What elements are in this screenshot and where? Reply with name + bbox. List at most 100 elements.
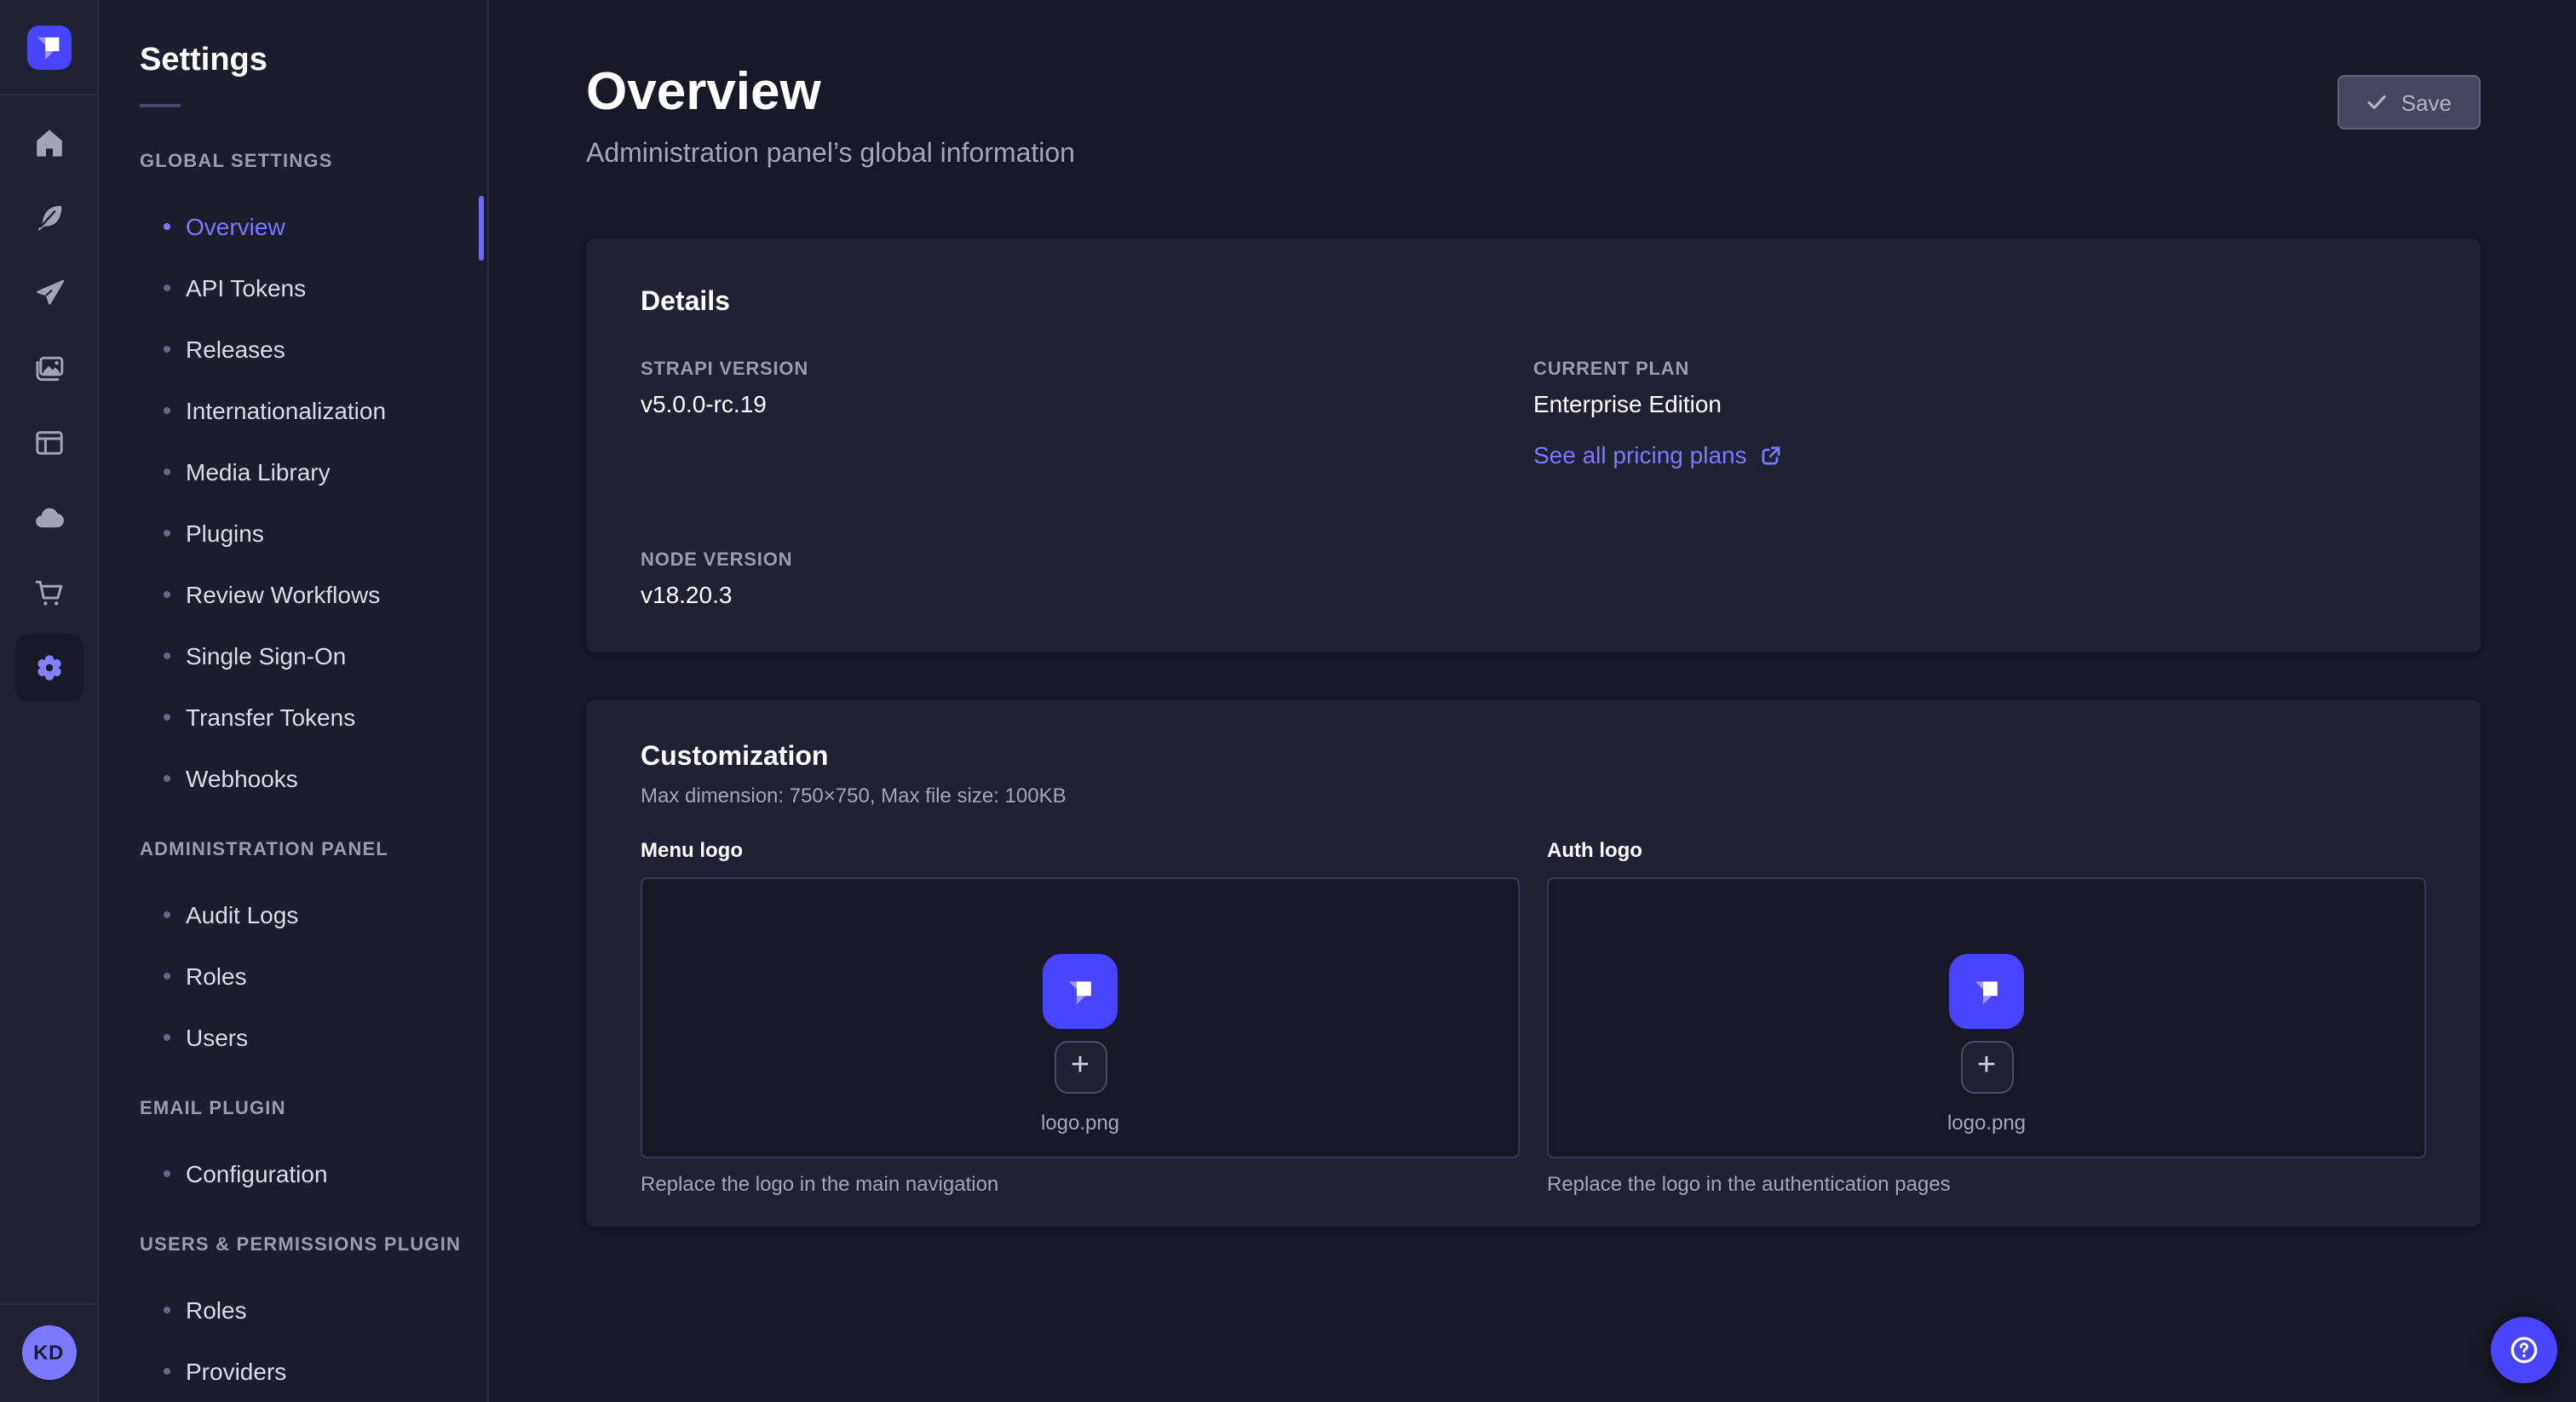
customization-title: Customization (641, 741, 2426, 773)
external-link-icon (1761, 444, 1783, 466)
subnav-title: Settings (140, 0, 487, 80)
subnav-title-divider (140, 104, 181, 107)
bullet-icon (164, 407, 170, 414)
subnav-item-label: Audit Logs (186, 901, 298, 928)
auth-logo-hint: Replace the logo in the authentication p… (1547, 1172, 2426, 1196)
section-administration-panel: ADMINISTRATION PANEL (140, 833, 487, 867)
layout-icon (32, 426, 66, 460)
subnav-item-plugins[interactable]: Plugins (140, 503, 487, 564)
bullet-icon (164, 1034, 170, 1041)
nav-media-library[interactable] (14, 334, 83, 402)
subnav-item-admin-roles[interactable]: Roles (140, 945, 487, 1007)
strapi-version-label: STRAPI VERSION (641, 359, 1533, 380)
current-plan-label: CURRENT PLAN (1533, 359, 2426, 380)
bullet-icon (164, 1307, 170, 1313)
auth-logo-preview (1949, 954, 2024, 1029)
menu-logo-add-button[interactable]: + (1054, 1041, 1107, 1094)
customization-card: Customization Max dimension: 750×750, Ma… (586, 700, 2481, 1227)
bullet-icon (164, 1170, 170, 1177)
node-version-label: NODE VERSION (641, 550, 1533, 571)
subnav-item-webhooks[interactable]: Webhooks (140, 748, 487, 809)
subnav-item-label: Internationalization (186, 397, 386, 424)
bullet-icon (164, 911, 170, 918)
bullet-icon (164, 1368, 170, 1375)
subnav-item-media-library[interactable]: Media Library (140, 441, 487, 503)
subnav-item-email-configuration[interactable]: Configuration (140, 1143, 487, 1204)
main-content: Overview Administration panel’s global i… (491, 0, 2576, 1402)
subnav-item-up-providers[interactable]: Providers (140, 1341, 487, 1402)
nav-content-type-builder[interactable] (14, 409, 83, 477)
bullet-icon (164, 284, 170, 291)
auth-logo-upload-box[interactable]: + logo.png (1547, 877, 2426, 1158)
menu-logo-upload-box[interactable]: + logo.png (641, 877, 1520, 1158)
subnav-item-label: Media Library (186, 458, 331, 486)
subnav-scrollbar-thumb[interactable] (479, 196, 484, 261)
nav-content-manager[interactable] (14, 184, 83, 252)
customization-subtitle: Max dimension: 750×750, Max file size: 1… (641, 784, 2426, 807)
nav-releases[interactable] (14, 259, 83, 327)
pricing-plans-link-label: See all pricing plans (1533, 441, 1747, 468)
home-icon (32, 126, 66, 160)
subnav-item-label: Releases (186, 336, 285, 363)
main-nav-rail: KD (0, 0, 99, 1402)
node-version-field: NODE VERSION v18.20.3 (641, 550, 1533, 608)
nav-marketplace[interactable] (14, 559, 83, 627)
bullet-icon (164, 591, 170, 598)
subnav-item-audit-logs[interactable]: Audit Logs (140, 884, 487, 945)
subnav-item-label: Transfer Tokens (186, 704, 355, 731)
help-button[interactable] (2491, 1317, 2557, 1383)
section-users-permissions-plugin: USERS & PERMISSIONS PLUGIN (140, 1228, 487, 1262)
save-button[interactable]: Save (2338, 75, 2481, 129)
menu-logo-field: Menu logo + logo.png Replace the logo in… (641, 838, 1520, 1196)
auth-logo-add-button[interactable]: + (1960, 1041, 2013, 1094)
pictures-icon (32, 351, 66, 385)
nav-cloud[interactable] (14, 484, 83, 552)
bullet-icon (164, 346, 170, 353)
subnav-item-review-workflows[interactable]: Review Workflows (140, 564, 487, 625)
subnav-item-admin-users[interactable]: Users (140, 1007, 487, 1068)
strapi-admin-app: KD Settings GLOBAL SETTINGS Overview API… (0, 0, 2576, 1402)
subnav-item-api-tokens[interactable]: API Tokens (140, 257, 487, 319)
bullet-icon (164, 714, 170, 721)
menu-logo-hint: Replace the logo in the main navigation (641, 1172, 1520, 1196)
subnav-item-releases[interactable]: Releases (140, 319, 487, 380)
question-mark-icon (2506, 1332, 2542, 1368)
gear-icon (32, 651, 66, 685)
bullet-icon (164, 223, 170, 230)
subnav-item-label: Review Workflows (186, 581, 380, 608)
subnav-item-label: Providers (186, 1358, 286, 1385)
cloud-icon (32, 501, 66, 535)
details-card: Details STRAPI VERSION v5.0.0-rc.19 CURR… (586, 238, 2481, 652)
node-version-value: v18.20.3 (641, 581, 1533, 608)
section-global-settings: GLOBAL SETTINGS (140, 145, 487, 179)
strapi-logo-icon (1964, 968, 2010, 1014)
page-title: Overview (586, 61, 1075, 123)
auth-logo-label: Auth logo (1547, 838, 2426, 864)
subnav-item-label: Plugins (186, 520, 264, 547)
nav-home[interactable] (14, 109, 83, 177)
subnav-item-label: Roles (186, 962, 247, 990)
subnav-item-overview[interactable]: Overview (140, 196, 487, 257)
subnav-item-up-roles[interactable]: Roles (140, 1279, 487, 1341)
subnav-item-transfer-tokens[interactable]: Transfer Tokens (140, 687, 487, 748)
subnav-item-label: Overview (186, 213, 285, 240)
strapi-logo-icon (26, 26, 71, 70)
nav-settings[interactable] (14, 634, 83, 702)
subnav-item-internationalization[interactable]: Internationalization (140, 380, 487, 441)
rail-divider (0, 94, 97, 95)
section-email-plugin: EMAIL PLUGIN (140, 1092, 487, 1126)
strapi-version-value: v5.0.0-rc.19 (641, 390, 1533, 417)
cart-icon (32, 576, 66, 610)
rail-bottom-divider (0, 1303, 97, 1305)
subnav-item-label: Users (186, 1024, 248, 1051)
user-avatar[interactable]: KD (21, 1325, 76, 1380)
subnav-item-single-sign-on[interactable]: Single Sign-On (140, 625, 487, 687)
bullet-icon (164, 775, 170, 782)
subnav-item-label: Webhooks (186, 765, 298, 792)
strapi-logo[interactable] (26, 26, 71, 70)
pricing-plans-link[interactable]: See all pricing plans (1533, 441, 1783, 468)
save-button-label: Save (2401, 89, 2452, 115)
current-plan-field: CURRENT PLAN Enterprise Edition See all … (1533, 359, 2426, 472)
paper-plane-icon (32, 276, 66, 310)
bullet-icon (164, 973, 170, 980)
